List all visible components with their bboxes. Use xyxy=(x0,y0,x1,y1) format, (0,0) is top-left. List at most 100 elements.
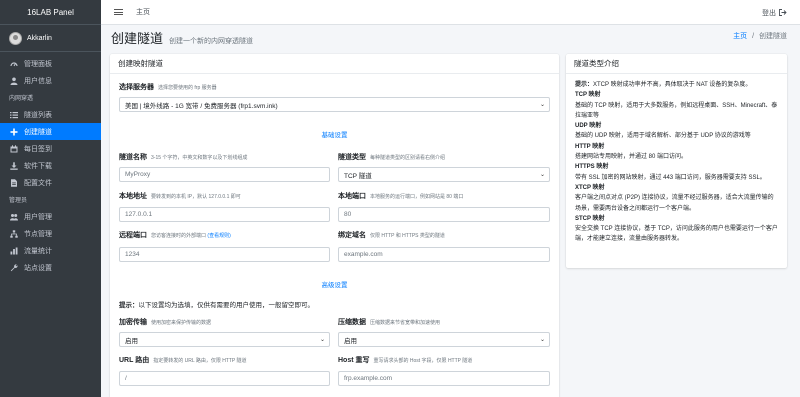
local-ip-input[interactable]: 127.0.0.1 xyxy=(119,207,330,222)
sidebar-item-user-manage[interactable]: 用户管理 xyxy=(0,208,101,225)
host-rewrite-input[interactable]: frp.example.com xyxy=(338,371,550,386)
url-route-input[interactable]: / xyxy=(119,371,330,386)
chevron-down-icon: ⌄ xyxy=(319,337,325,343)
sidebar-item-label: 管理面板 xyxy=(24,60,52,68)
info-tip: 提示：XTCP 映射成功率并不高，具体取决于 NAT 设备的复杂度。 xyxy=(575,80,778,90)
server-hint: 选择您要使用的 frp 服务器 xyxy=(158,85,217,91)
server-label: 选择服务器 选择您要使用的 frp 服务器 xyxy=(119,82,217,92)
info-card-title: 隧道类型介绍 xyxy=(566,54,787,74)
info-tip-text: XTCP 映射成功率并不高，具体取决于 NAT 设备的复杂度。 xyxy=(593,82,752,88)
sidebar-item-label: 节点管理 xyxy=(24,230,52,238)
create-tunnel-card: 创建映射隧道 选择服务器 选择您要使用的 frp 服务器 美国 | 境外线路 - … xyxy=(110,54,559,397)
type-label-text: 隧道类型 xyxy=(338,154,366,161)
basic-settings-heading: 基础设置 xyxy=(321,132,348,139)
chevron-down-icon: ⌄ xyxy=(539,102,545,108)
sidebar-item-label: 站点设置 xyxy=(24,264,52,272)
udp-desc: 基础的 UDP 映射，适用于域名解析、部分基于 UDP 协议的游戏等 xyxy=(575,133,751,140)
sidebar-item-label: 配置文件 xyxy=(24,179,52,187)
sitemap-icon xyxy=(10,229,18,238)
brand-logo[interactable]: 16LAB Panel xyxy=(0,0,101,25)
name-label-text: 隧道名称 xyxy=(119,154,147,161)
tip-text: 以下设置均为选填，仅供有需要的用户使用，一般留空即可。 xyxy=(138,302,315,309)
chevron-down-icon: ⌄ xyxy=(539,172,545,178)
url-route-label-text: URL 路由 xyxy=(119,357,150,364)
plus-icon xyxy=(10,128,18,136)
sidebar-item-label: 流量统计 xyxy=(24,247,52,255)
sidebar-item-label: 用户信息 xyxy=(24,77,52,85)
compress-select[interactable]: 启用 ⌄ xyxy=(338,332,550,347)
domain-label: 绑定域名 仅限 HTTP 和 HTTPS 类型的隧道 xyxy=(338,230,445,240)
encrypt-select[interactable]: 启用 ⌄ xyxy=(119,332,330,347)
remote-port-label: 远程端口 您访客连接时的外部端口 (查看规则) xyxy=(119,230,231,240)
https-desc: 带有 SSL 加密的网站映射，通过 443 端口访问，服务器需要支持 SSL。 xyxy=(575,174,766,181)
breadcrumb-home[interactable]: 主页 xyxy=(733,33,747,40)
sidebar-header-proxy: 内网穿透 xyxy=(9,96,34,102)
menu-toggle-icon[interactable] xyxy=(114,9,123,15)
local-port-label-text: 本地端口 xyxy=(338,193,366,200)
udp-heading: UDP 映射 xyxy=(575,123,602,130)
sidebar-item-site-settings[interactable]: 站点设置 xyxy=(0,259,101,276)
sidebar-header-admin: 管理员 xyxy=(9,198,28,204)
calendar-icon xyxy=(10,144,18,153)
local-port-hint: 本地服务的运行端口，例如网站是 80 端口 xyxy=(370,194,464,200)
sidebar-item-user-info[interactable]: 用户信息 xyxy=(0,72,101,89)
host-rewrite-label-text: Host 重写 xyxy=(338,357,370,364)
sidebar-item-dashboard[interactable]: 管理面板 xyxy=(0,55,101,72)
server-select-value: 美国 | 境外线路 - 1G 宽带 / 免费服务器 (frp1.svm.ink) xyxy=(125,102,278,110)
host-rewrite-label: Host 重写 重写请求头部的 Host 字段，仅限 HTTP 隧道 xyxy=(338,355,472,365)
local-ip-value: 127.0.0.1 xyxy=(125,211,153,218)
page-title: 创建隧道 xyxy=(111,31,164,46)
sidebar-item-config[interactable]: 配置文件 xyxy=(0,174,101,191)
breadcrumb: 主页 / 创建隧道 xyxy=(733,31,787,41)
file-icon xyxy=(10,178,18,187)
http-desc: 搭建网站专用映射，并通过 80 端口访问。 xyxy=(575,154,688,161)
compress-label-text: 压缩数据 xyxy=(338,319,366,326)
tunnel-type-select[interactable]: TCP 隧道 ⌄ xyxy=(338,167,550,182)
user-name[interactable]: Akkarlin xyxy=(27,35,52,42)
sidebar-item-label: 软件下载 xyxy=(24,162,52,170)
breadcrumb-sep: / xyxy=(752,33,755,40)
advanced-tip: 提示：以下设置均为选填，仅供有需要的用户使用，一般留空即可。 xyxy=(119,299,314,309)
type-hint: 每种隧道类型的区别请看右侧介绍 xyxy=(370,155,446,161)
sidebar-item-node-manage[interactable]: 节点管理 xyxy=(0,225,101,242)
server-select[interactable]: 美国 | 境外线路 - 1G 宽带 / 免费服务器 (frp1.svm.ink)… xyxy=(119,97,550,112)
sidebar-item-download[interactable]: 软件下载 xyxy=(0,157,101,174)
sidebar-item-tunnel-list[interactable]: 隧道列表 xyxy=(0,106,101,123)
type-label: 隧道类型 每种隧道类型的区别请看右侧介绍 xyxy=(338,152,445,162)
https-heading: HTTPS 映射 xyxy=(575,164,609,171)
domain-input[interactable]: example.com xyxy=(338,247,550,262)
tunnel-type-info-card: 隧道类型介绍 提示：XTCP 映射成功率并不高，具体取决于 NAT 设备的复杂度… xyxy=(566,54,787,268)
name-hint: 3-15 个字符，中英文和数字以及下划线组成 xyxy=(151,155,248,161)
local-ip-hint: 要转发到的本机 IP，默认 127.0.0.1 即可 xyxy=(151,194,241,200)
sidebar-item-checkin[interactable]: 每日签到 xyxy=(0,140,101,157)
info-tip-prefix: 提示： xyxy=(575,82,594,88)
info-body: 提示：XTCP 映射成功率并不高，具体取决于 NAT 设备的复杂度。 TCP 映… xyxy=(566,74,787,251)
name-label: 隧道名称 3-15 个字符，中英文和数字以及下划线组成 xyxy=(119,152,247,162)
encrypt-label: 加密传输 使用加密来保护传输的数据 xyxy=(119,317,211,327)
content-header: 创建隧道 创建一个新的内网穿透隧道 xyxy=(111,28,253,47)
sidebar-item-traffic[interactable]: 流量统计 xyxy=(0,242,101,259)
sidebar-item-label: 每日签到 xyxy=(24,145,52,153)
tip-prefix: 提示： xyxy=(119,302,139,309)
rules-link[interactable]: (查看规则) xyxy=(207,233,230,239)
sidebar-item-label: 隧道列表 xyxy=(24,111,52,119)
encrypt-hint: 使用加密来保护传输的数据 xyxy=(151,320,212,326)
local-port-input[interactable]: 80 xyxy=(338,207,550,222)
top-home-link[interactable]: 主页 xyxy=(136,7,150,17)
logout-link[interactable]: 登出 xyxy=(762,8,787,18)
card-title: 创建映射隧道 xyxy=(110,54,559,74)
compress-hint: 压缩数据来节省宽带和加速使用 xyxy=(370,320,441,326)
tcp-heading: TCP 映射 xyxy=(575,92,601,99)
sidebar-item-label: 创建隧道 xyxy=(24,128,52,136)
sidebar-item-create-tunnel[interactable]: 创建隧道 xyxy=(0,123,101,140)
tunnel-name-input[interactable]: MyProxy xyxy=(119,167,330,182)
user-panel[interactable]: Akkarlin xyxy=(0,25,101,52)
stcp-heading: STCP 映射 xyxy=(575,215,605,222)
host-rewrite-hint: 重写请求头部的 Host 字段，仅限 HTTP 隧道 xyxy=(373,358,473,364)
domain-placeholder: example.com xyxy=(344,251,383,258)
host-rewrite-placeholder: frp.example.com xyxy=(344,375,393,382)
encrypt-value: 启用 xyxy=(125,337,138,345)
remote-port-input[interactable]: 1234 xyxy=(119,247,330,262)
chevron-down-icon: ⌄ xyxy=(539,337,545,343)
wrench-icon xyxy=(10,263,18,272)
